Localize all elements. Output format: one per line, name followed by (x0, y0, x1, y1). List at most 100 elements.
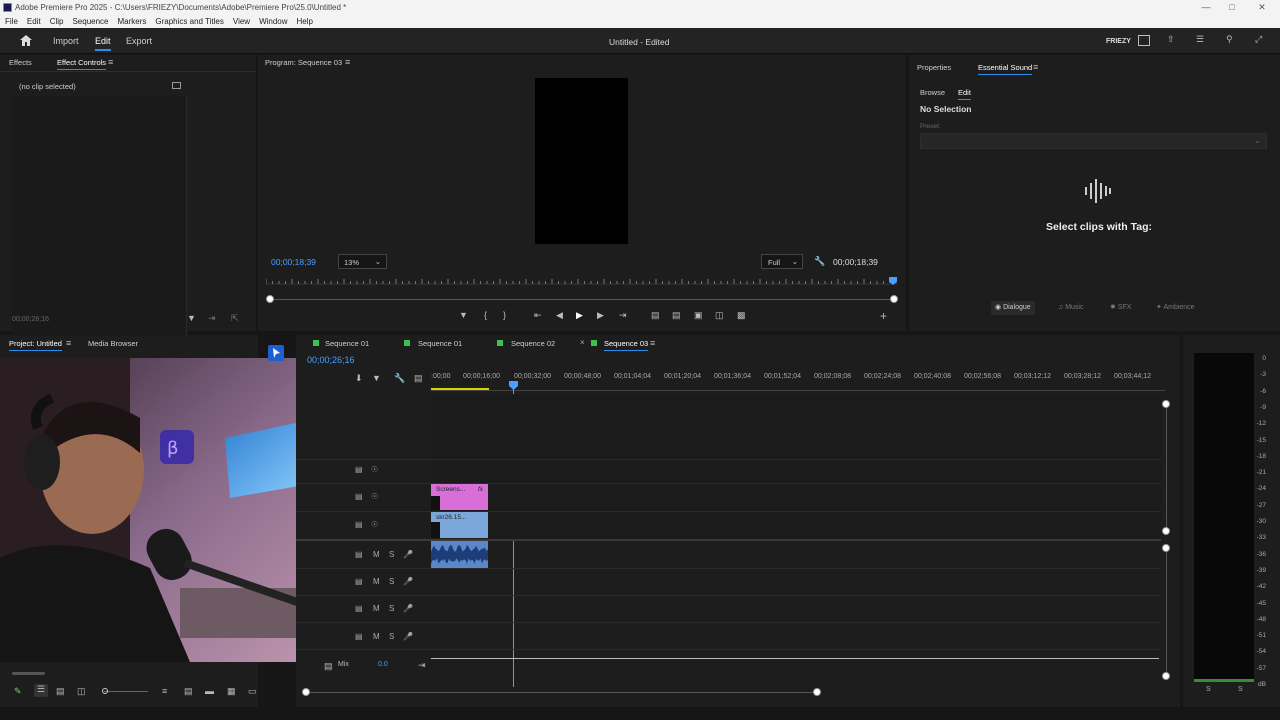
close-icon[interactable]: ✕ (1252, 1, 1272, 13)
eye-icon[interactable]: ☉ (371, 520, 378, 529)
tag-sfx-button[interactable]: ✸ SFX (1106, 301, 1135, 315)
video-vscroll-handle[interactable] (1162, 400, 1170, 408)
eye-icon[interactable]: ☉ (371, 492, 378, 501)
tab-sequence-01a[interactable]: Sequence 01 (325, 339, 369, 348)
playhead-head-icon[interactable] (509, 381, 518, 390)
audio-vscroll-handle[interactable] (1162, 672, 1170, 680)
lift-icon[interactable]: ▤ (651, 310, 660, 321)
preset-dropdown[interactable]: ⌄ (920, 133, 1267, 149)
menu-view[interactable]: View (233, 14, 250, 28)
audio-vscroll-handle[interactable] (1162, 544, 1170, 552)
filter-icon[interactable]: ▼ (187, 313, 196, 323)
extract-icon[interactable]: ▤ (672, 310, 681, 321)
video-vscroll[interactable] (1166, 404, 1167, 531)
video-vscroll-handle[interactable] (1162, 527, 1170, 535)
mic-icon[interactable]: 🎤 (403, 577, 413, 586)
maximize-icon[interactable]: □ (1222, 1, 1242, 13)
thumb-size-handle[interactable] (102, 688, 108, 694)
add-marker-icon[interactable]: ▼ (372, 373, 381, 383)
tab-media-browser[interactable]: Media Browser (88, 339, 138, 348)
hscroll-handle-right[interactable] (813, 688, 821, 696)
clip-skr[interactable]: skr26.15... (431, 512, 488, 538)
fx-badge[interactable]: fx (478, 486, 483, 493)
tab-effects[interactable]: Effects (9, 58, 32, 67)
step-forward-icon[interactable]: ▶ (597, 310, 604, 321)
zoom-handle-left[interactable] (266, 295, 274, 303)
video-track-area[interactable] (431, 394, 1161, 540)
track-a2-output-icon[interactable]: ▤ (355, 577, 363, 586)
timeline-menu-icon[interactable]: ≡ (650, 338, 655, 348)
panel-menu-icon[interactable]: ≡ (108, 57, 113, 67)
project-menu-icon[interactable]: ≡ (66, 338, 71, 348)
close-tab-icon[interactable]: × (580, 338, 585, 347)
menu-edit[interactable]: Edit (27, 14, 41, 28)
tab-project[interactable]: Project: Untitled (9, 339, 62, 351)
track-a3-output-icon[interactable]: ▤ (355, 604, 363, 613)
export-tab[interactable]: Export (126, 36, 152, 46)
timeline-ruler[interactable] (431, 383, 1165, 391)
solo-button[interactable]: S (389, 577, 394, 586)
subtab-browse[interactable]: Browse (920, 88, 945, 97)
solo-right[interactable]: S (1238, 686, 1243, 693)
fullscreen-icon[interactable]: ⤢ (1255, 34, 1262, 45)
track-target-icon[interactable]: ⬇ (355, 373, 363, 384)
mix-volume-line[interactable] (431, 658, 1159, 659)
mark-out-icon[interactable]: } (503, 310, 506, 320)
selection-tool-icon[interactable] (268, 345, 284, 361)
minimize-icon[interactable]: — (1196, 1, 1216, 13)
captions-icon[interactable]: ▤ (414, 373, 423, 384)
vr-video-icon[interactable]: ▩ (737, 310, 746, 321)
subtab-edit[interactable]: Edit (958, 88, 971, 100)
quick-export-icon[interactable]: ☰ (1196, 34, 1204, 45)
pencil-icon[interactable]: ✎ (14, 686, 22, 697)
timeline-timecode[interactable]: 00;00;26;16 (307, 355, 355, 365)
menu-window[interactable]: Window (259, 14, 287, 28)
project-scrollbar[interactable] (12, 672, 45, 675)
wrench-icon[interactable]: 🔧 (394, 373, 405, 384)
audio-clip-waveform[interactable] (431, 541, 488, 568)
solo-button[interactable]: S (389, 604, 394, 613)
share-icon[interactable]: ⇧ (1167, 34, 1175, 45)
trash-icon[interactable]: ▭ (248, 686, 257, 697)
program-video-frame[interactable] (535, 78, 628, 244)
track-a4-output-icon[interactable]: ▤ (355, 632, 363, 641)
solo-left[interactable]: S (1206, 686, 1211, 693)
mic-icon[interactable]: 🎤 (403, 550, 413, 559)
track-v2-output-icon[interactable]: ▤ (355, 492, 363, 501)
menu-graphics[interactable]: Graphics and Titles (155, 14, 223, 28)
add-marker-icon[interactable]: ▼ (459, 310, 468, 320)
comparison-view-icon[interactable]: ◫ (715, 310, 724, 321)
program-time-ruler[interactable] (266, 275, 898, 285)
new-item-icon[interactable]: ▦ (227, 686, 236, 697)
thumb-size-slider[interactable] (104, 691, 148, 692)
tab-effect-controls[interactable]: Effect Controls (57, 58, 107, 70)
zoom-select[interactable]: 13% ⌄ (338, 254, 387, 269)
mix-value[interactable]: 0.0 (378, 661, 388, 668)
quality-select[interactable]: Full ⌄ (761, 254, 803, 269)
mute-button[interactable]: M (373, 604, 380, 613)
camera-icon[interactable]: ▣ (694, 310, 703, 321)
solo-button[interactable]: S (389, 550, 394, 559)
import-tab[interactable]: Import (53, 36, 79, 46)
go-to-in-icon[interactable]: ⇤ (534, 310, 542, 321)
zoom-scrollbar[interactable] (270, 299, 894, 300)
search-icon[interactable]: ⚲ (1226, 34, 1233, 45)
menu-help[interactable]: Help (297, 14, 313, 28)
play-audio-icon[interactable]: ⇥ (208, 313, 216, 324)
zoom-handle-right[interactable] (890, 295, 898, 303)
go-to-out-icon[interactable]: ⇥ (619, 310, 627, 321)
tab-essential-sound[interactable]: Essential Sound (978, 63, 1033, 75)
solo-button[interactable]: S (389, 632, 394, 641)
track-v3-output-icon[interactable]: ▤ (355, 465, 363, 474)
track-a1-output-icon[interactable]: ▤ (355, 550, 363, 559)
new-bin-icon[interactable]: ▬ (205, 686, 214, 696)
menu-sequence[interactable]: Sequence (72, 14, 108, 28)
mic-icon[interactable]: 🎤 (403, 632, 413, 641)
freeform-view-icon[interactable]: ◫ (77, 686, 86, 697)
essential-menu-icon[interactable]: ≡ (1033, 62, 1038, 72)
program-tab[interactable]: Program: Sequence 03 (265, 58, 342, 67)
timeline-hscroll[interactable] (310, 692, 817, 693)
tab-sequence-02[interactable]: Sequence 02 (511, 339, 555, 348)
play-icon[interactable]: ▶ (576, 310, 583, 321)
mix-go-to-end-icon[interactable]: ⇥ (418, 660, 426, 671)
